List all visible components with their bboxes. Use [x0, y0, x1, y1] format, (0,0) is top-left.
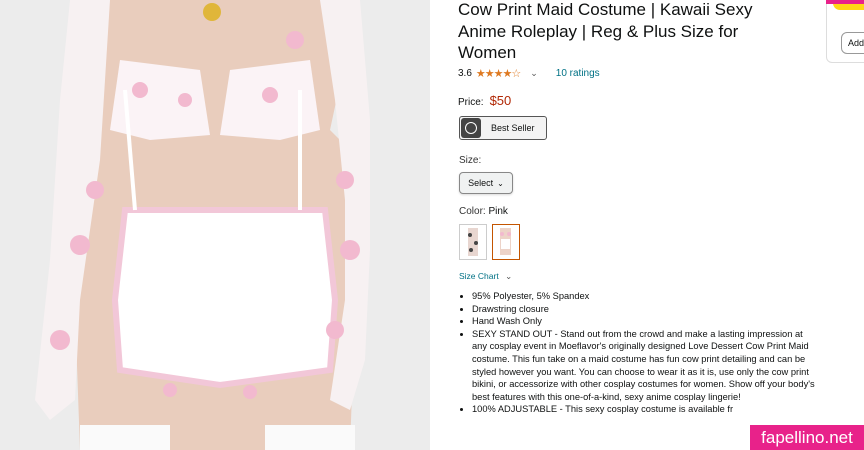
product-image[interactable]: [0, 0, 430, 450]
color-swatch-pink[interactable]: [492, 224, 520, 260]
watermark-text: fapellino.net: [761, 427, 853, 447]
chevron-down-icon[interactable]: ⌄: [530, 68, 538, 79]
feature-bullets: 95% Polyester, 5% Spandex Drawstring clo…: [458, 290, 817, 416]
badge-logo-icon: [461, 118, 481, 138]
price-label: Price:: [458, 97, 484, 108]
buy-box: Add: [826, 0, 864, 63]
list-item: 95% Polyester, 5% Spandex: [472, 290, 817, 303]
list-item: SEXY STAND OUT - Stand out from the crow…: [472, 328, 817, 404]
size-select[interactable]: Select ⌄: [459, 172, 513, 194]
size-chart-link[interactable]: Size Chart ⌄: [459, 271, 512, 282]
color-label: Color: Pink: [459, 206, 508, 217]
list-item: 100% ADJUSTABLE - This sexy cosplay cost…: [472, 403, 817, 416]
size-select-value: Select: [468, 178, 494, 188]
best-seller-badge[interactable]: Best Seller: [459, 116, 547, 140]
watermark-strip: [826, 0, 864, 4]
watermark: fapellino.net: [750, 425, 864, 450]
color-swatches: [459, 224, 520, 260]
price-row: Price: $50: [458, 93, 511, 108]
product-title: Cow Print Maid Costume | Kawaii Sexy Ani…: [458, 0, 753, 62]
badge-label: Best Seller: [491, 123, 535, 133]
add-button-label: Add: [848, 38, 864, 48]
add-button[interactable]: Add: [841, 32, 864, 54]
star-rating-icon[interactable]: ★★★★☆: [476, 67, 521, 80]
swatch-thumbnail: [500, 228, 511, 255]
size-label: Size:: [459, 155, 482, 166]
ratings-link[interactable]: 10 ratings: [556, 68, 600, 79]
list-item: Drawstring closure: [472, 303, 817, 316]
swatch-thumbnail: [468, 228, 478, 256]
color-swatch-1[interactable]: [459, 224, 487, 260]
rating-value: 3.6: [458, 68, 472, 79]
size-chart-label: Size Chart: [459, 271, 499, 281]
list-item: Hand Wash Only: [472, 315, 817, 328]
chevron-down-icon: ⌄: [497, 178, 504, 188]
chevron-down-icon: ⌄: [505, 271, 513, 281]
color-value: Pink: [488, 206, 508, 217]
price-value: $50: [489, 93, 512, 108]
rating-row: 3.6 ★★★★☆ ⌄ 10 ratings: [458, 67, 600, 80]
color-label-text: Color:: [459, 206, 486, 217]
product-photo-illustration: [0, 0, 430, 450]
